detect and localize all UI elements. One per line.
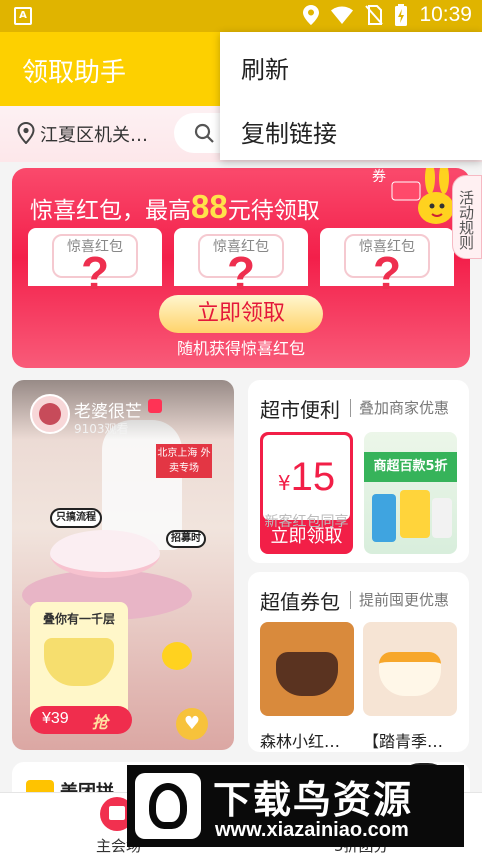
banner-max-amount: 88 [191,188,228,225]
banner-title-suffix: 元待领取 [227,198,320,224]
price-button[interactable]: ¥39 抢 [30,706,132,734]
coupon-claim-button[interactable]: 立即领取 [260,522,353,548]
divider [350,399,351,417]
question-mark-icon: ? [372,247,402,299]
price: ¥39 [42,710,69,727]
fruit-cake-image [379,652,441,696]
watermark-title: 下载鸟资源 [213,778,414,822]
status-bar: A 10:39 [0,0,482,32]
clock: 10:39 [419,3,472,26]
streamer-name: 老婆很芒 [74,402,142,422]
card-title: 超值券包 [260,590,340,614]
claim-now-button[interactable]: 立即领取 [159,295,323,333]
location-selector[interactable]: 江夏区机关… [40,121,148,147]
notification-icon: A [14,7,32,25]
supermarket-promo-image[interactable]: 商超百款5折 [364,432,457,554]
activity-rules-tab[interactable]: 活动规则 [452,175,482,259]
product-image[interactable] [363,622,457,716]
grab-label: 抢 [92,713,109,732]
status-icons: 10:39 [303,3,472,27]
sticker-tag: 只搞流程 [50,508,102,528]
location-icon [303,5,320,25]
app-title: 领取助手 [22,58,127,88]
red-packet-banner: 券 惊喜红包，最高88元待领取 惊喜红包 ? 惊喜红包 ? 惊喜红包 ? 立即领… [12,168,470,368]
value-pack-card[interactable]: 超值券包 提前囤更优惠 森林小红… 【踏青季… [248,572,469,752]
coupon-value: ¥15 [263,455,350,500]
menu-item-refresh[interactable]: 刷新 [241,50,289,85]
promo-title: 叠你有一千层 [42,612,115,626]
card-subtitle: 提前囤更优惠 [359,591,450,609]
overflow-menu: 刷新 复制链接 [220,32,482,160]
mystery-envelope[interactable]: 惊喜红包 ? [174,228,308,299]
duck-sticker-icon [162,642,192,670]
new-user-coupon[interactable]: ¥15 新客红包同享 立即领取 [260,432,353,554]
supermarket-card[interactable]: 超市便利 叠加商家优惠 ¥15 新客红包同享 立即领取 商超百款5折 [248,380,469,563]
banner-title: 惊喜红包，最高88元待领取 [30,188,320,226]
location-pin-icon [17,122,35,144]
card-title: 超市便利 [260,398,340,422]
wifi-icon [331,6,354,24]
rabbit-mascot-icon [391,168,454,224]
cake-image [50,530,160,578]
live-badge-icon [148,399,162,413]
coupon-amount: 15 [290,455,336,499]
product-image[interactable] [260,622,354,716]
product-bag [400,490,430,538]
product-name: 森林小红… [260,732,341,751]
question-mark-icon: ? [80,247,110,299]
currency-symbol: ¥ [277,471,291,495]
question-mark-icon: ? [226,247,256,299]
divider [350,591,351,609]
product-name: 【踏青季… [363,732,444,751]
no-sim-icon [365,5,384,25]
avatar-logo [39,403,61,425]
banner-subtitle: 随机获得惊喜红包 [176,339,305,358]
menu-item-copy-link[interactable]: 复制链接 [241,114,337,149]
card-subtitle: 叠加商家优惠 [359,399,450,417]
coupon-tag: 券 [372,169,386,185]
coupon-face: ¥15 新客红包同享 [263,435,350,530]
promo-band: 商超百款5折 [364,452,457,482]
watermark-logo-icon [135,773,201,839]
mille-crepe-image [44,638,114,686]
promo-sign: 北京上海 外卖专场 [156,444,212,478]
battery-charging-icon [395,4,408,26]
chocolate-cake-image [276,652,338,696]
avatar[interactable] [30,394,70,434]
view-count: 9103观看 [74,422,129,436]
live-stream-card[interactable]: 北京上海 外卖专场 只搞流程 招募时 老婆很芒 9103观看 叠你有一千层 ¥3… [12,380,234,750]
product-bottle [372,494,396,542]
watermark-url: www.xiazainiao.com [215,819,409,841]
like-heart-icon[interactable]: ♥ [176,708,208,740]
mystery-envelope[interactable]: 惊喜红包 ? [28,228,162,299]
mystery-envelope[interactable]: 惊喜红包 ? [320,228,454,299]
product-box [432,498,452,538]
sticker-tag: 招募时 [166,530,206,548]
banner-title-prefix: 惊喜红包，最高 [30,198,191,224]
watermark: 下载鸟资源 www.xiazainiao.com [127,765,464,847]
search-icon [194,123,214,143]
bird-icon [149,783,187,829]
